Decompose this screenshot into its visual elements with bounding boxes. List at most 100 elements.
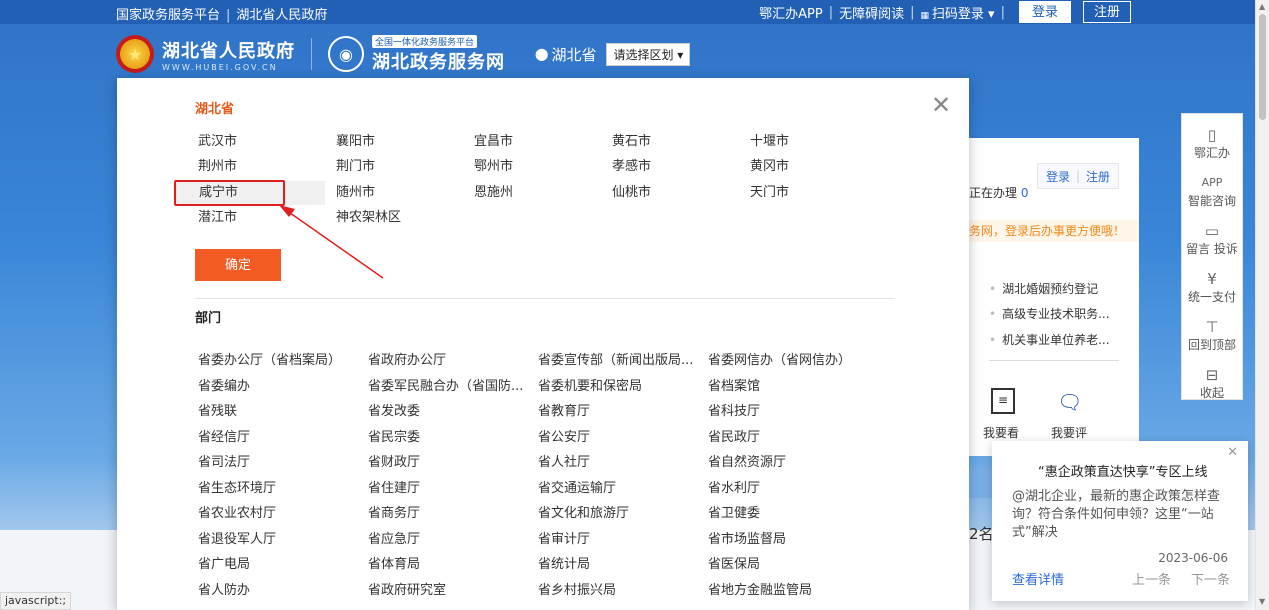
confirm-button[interactable]: 确定 (195, 249, 281, 281)
city-option[interactable]: 襄阳市 (333, 131, 375, 153)
department-option[interactable]: 省卫健委 (705, 503, 865, 525)
gov-logo[interactable]: 湖北省人民政府 WWW.HUBEI.GOV.CN (162, 37, 295, 72)
scrollbar[interactable]: ▲ ▼ (1255, 0, 1269, 610)
department-option[interactable]: 省委机要和保密局 (535, 376, 695, 398)
scroll-up-icon[interactable]: ▲ (1259, 2, 1265, 11)
city-option[interactable]: 鄂州市 (471, 156, 513, 178)
department-option[interactable]: 省自然资源厅 (705, 452, 865, 474)
department-option[interactable]: 省人社厅 (535, 452, 695, 474)
comment-icon: 🗨 (1057, 390, 1083, 414)
department-option[interactable]: 省水利厅 (705, 478, 865, 500)
scrollbar-thumb[interactable] (1259, 14, 1266, 120)
see-button[interactable]: 我要看 (983, 424, 1019, 441)
city-option[interactable]: 荆门市 (333, 156, 375, 178)
register-button[interactable]: 注册 (1082, 1, 1131, 23)
department-option[interactable]: 省农业农村厅 (195, 503, 355, 525)
department-option[interactable]: 省交通运输厅 (535, 478, 695, 500)
department-option[interactable]: 省市场监督局 (705, 529, 865, 551)
department-option[interactable]: 省教育厅 (535, 401, 695, 423)
department-option[interactable]: 省广电局 (195, 554, 355, 576)
department-option[interactable]: 省民政厅 (705, 427, 865, 449)
service-title[interactable]: 全国一体化政务服务平台 湖北政务服务网 (372, 34, 505, 74)
city-option[interactable]: 神农架林区 (333, 207, 401, 229)
city-option[interactable]: 荆州市 (195, 156, 237, 178)
department-option[interactable]: 省体育局 (365, 554, 525, 576)
city-option[interactable]: 潜江市 (195, 207, 237, 229)
city-option[interactable]: 十堰市 (747, 131, 789, 153)
sidebar-item-consult[interactable]: APP 智能咨询 (1182, 174, 1242, 209)
popup-date: 2023-06-06 (1158, 551, 1228, 565)
department-option[interactable]: 省民宗委 (365, 427, 525, 449)
city-option[interactable]: 随州市 (333, 182, 375, 204)
scroll-down-icon[interactable]: ▼ (1259, 597, 1265, 606)
department-option[interactable]: 省政府办公厅 (365, 350, 525, 372)
department-option[interactable]: 省退役军人厅 (195, 529, 355, 551)
sidebar-item-collapse[interactable]: ⊟ 收起 (1182, 366, 1242, 401)
department-option[interactable]: 省委军民融合办（省国防... (365, 376, 525, 398)
hot-item[interactable]: 机关事业单位养老... (989, 331, 1109, 348)
department-option[interactable]: 省档案馆 (705, 376, 865, 398)
collapse-icon: ⊟ (1205, 366, 1219, 384)
department-option[interactable]: 省文化和旅游厅 (535, 503, 695, 525)
user-login-link[interactable]: 登录 (1046, 168, 1070, 185)
floating-sidebar: ▯ 鄂汇办 APP 智能咨询 ▭ 留言 投诉 ¥ 统一支付 ⊤ 回到顶部 ⊟ 收起 (1181, 113, 1243, 400)
department-option[interactable]: 省科技厅 (705, 401, 865, 423)
department-option[interactable]: 省乡村振兴局 (535, 580, 695, 602)
department-option[interactable]: 省应急厅 (365, 529, 525, 551)
close-icon[interactable]: ✕ (1227, 445, 1238, 460)
department-option[interactable]: 省地方金融监管局 (705, 580, 865, 602)
department-option[interactable]: 省审计厅 (535, 529, 695, 551)
department-option[interactable]: 省财政厅 (365, 452, 525, 474)
department-option[interactable]: 省医保局 (705, 554, 865, 576)
sidebar-label: 鄂汇办 (1193, 146, 1230, 160)
city-option[interactable]: 黄石市 (609, 131, 651, 153)
popup-title: “惠企政策直达快享”专区上线 (1038, 465, 1208, 480)
city-option[interactable]: 仙桃市 (609, 182, 651, 204)
hubei-gov-link[interactable]: 湖北省人民政府 (236, 8, 327, 23)
gov-url: WWW.HUBEI.GOV.CN (162, 62, 278, 72)
robot-icon: APP (1201, 176, 1223, 189)
close-icon[interactable]: ✕ (929, 93, 953, 118)
rate-button[interactable]: 我要评 (1051, 424, 1087, 441)
notice-popup: ✕ “惠企政策直达快享”专区上线 @湖北企业，最新的惠企政策怎样查询？符合条件如… (992, 441, 1248, 601)
department-option[interactable]: 省发改委 (365, 401, 525, 423)
department-option[interactable]: 省生态环境厅 (195, 478, 355, 500)
qr-login-link[interactable]: ▦ 扫码登录 ▾ (921, 3, 995, 22)
hot-item[interactable]: 高级专业技术职务... (989, 305, 1109, 322)
accessibility-link[interactable]: 无障碍阅读 (839, 3, 904, 22)
department-option[interactable]: 省人防办 (195, 580, 355, 602)
login-button[interactable]: 登录 (1018, 1, 1071, 23)
department-option[interactable]: 省委编办 (195, 376, 355, 398)
department-option[interactable]: 省住建厅 (365, 478, 525, 500)
sidebar-item-ehuiban[interactable]: ▯ 鄂汇办 (1182, 126, 1242, 161)
city-option[interactable]: 恩施州 (471, 182, 513, 204)
national-platform-link[interactable]: 国家政务服务平台 (116, 8, 220, 23)
city-option[interactable]: 武汉市 (195, 131, 237, 153)
department-option[interactable]: 省委宣传部（新闻出版局... (535, 350, 695, 372)
region-select[interactable]: 请选择区划 ▾ (606, 42, 691, 66)
department-option[interactable]: 省统计局 (535, 554, 695, 576)
department-option[interactable]: 省经信厅 (195, 427, 355, 449)
view-details-link[interactable]: 查看详情 (1012, 569, 1064, 588)
department-option[interactable]: 省委网信办（省网信办） (705, 350, 865, 372)
city-option[interactable]: 天门市 (747, 182, 789, 204)
department-option[interactable]: 省政府研究室 (365, 580, 525, 602)
city-option[interactable]: 孝感市 (609, 156, 651, 178)
user-register-link[interactable]: 注册 (1086, 168, 1110, 185)
city-option[interactable]: 黄冈市 (747, 156, 789, 178)
hot-item[interactable]: 湖北婚姻预约登记 (989, 280, 1098, 297)
next-button[interactable]: 下一条 (1191, 569, 1230, 588)
separator: | (1000, 4, 1005, 20)
department-option[interactable]: 省公安厅 (535, 427, 695, 449)
department-option[interactable]: 省委办公厅（省档案局） (195, 350, 355, 372)
department-option[interactable]: 省残联 (195, 401, 355, 423)
sidebar-item-payment[interactable]: ¥ 统一支付 (1182, 270, 1242, 305)
city-option[interactable]: 宜昌市 (471, 131, 513, 153)
department-option[interactable]: 省司法厅 (195, 452, 355, 474)
department-option[interactable]: 省商务厅 (365, 503, 525, 525)
sidebar-item-message[interactable]: ▭ 留言 投诉 (1182, 222, 1242, 257)
service-logo-icon: ◉ (328, 36, 364, 72)
ehuiban-app-link[interactable]: 鄂汇办APP (759, 3, 823, 22)
sidebar-item-top[interactable]: ⊤ 回到顶部 (1182, 318, 1242, 353)
prev-button[interactable]: 上一条 (1132, 569, 1171, 588)
